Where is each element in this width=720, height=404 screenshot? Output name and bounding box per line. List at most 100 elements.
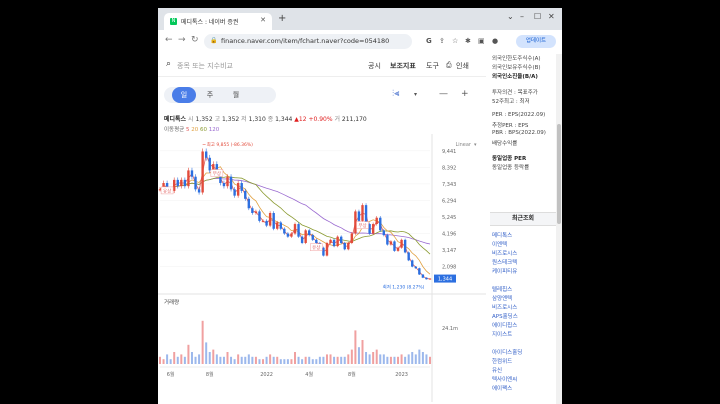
recent-item[interactable]: 텔레칩스 [492,285,512,293]
volume-bar [397,356,400,364]
scrollbar-thumb[interactable] [557,124,561,224]
volume-bar [162,359,165,364]
volume-bar [294,352,296,364]
compare-search-input[interactable]: 종목 또는 지수비교 [177,61,233,71]
share-icon[interactable]: ⇪ [439,37,445,45]
profile-avatar-icon[interactable]: ● [492,37,498,45]
price-candle [343,242,346,250]
recent-item[interactable]: 지이스트 [492,330,512,338]
link-print[interactable]: 인쇄 [456,61,469,71]
price-candle [315,239,318,243]
google-icon[interactable]: G [426,37,432,45]
price-candle [354,211,357,234]
back-icon[interactable]: ← [165,35,173,45]
recent-item[interactable]: 삼양엔텍 [492,294,512,302]
stock-chart[interactable]: Linear ▾ 9,441 8,392 7,343 6,294 5,245 4,196 3,1… [158,134,486,404]
price-candle [265,220,268,226]
ma20-label: 20 [191,127,199,133]
recent-item[interactable]: 비즈로시스 [492,249,517,257]
volume-bar [304,356,307,364]
recent-item[interactable]: 이엔텍 [492,240,507,248]
price-candle [183,179,187,187]
y-tick-label: 2,098 [442,265,456,271]
new-tab-button[interactable]: + [278,13,286,24]
chevron-down-icon[interactable]: ⌄ [507,12,514,21]
recent-item[interactable]: 에이디칩스 [492,321,517,329]
recent-item[interactable]: 비즈로시스 [492,303,517,311]
price-candle [222,183,226,187]
moving-average-legend: 이동평균 5 20 60 120 [164,125,219,133]
volume-bar [347,354,350,364]
volume-bar [365,352,368,364]
recent-item[interactable]: 아이디스홀딩 [492,348,522,356]
browser-tab[interactable]: N 메디톡스 : 네이버 증권 ✕ [164,13,272,30]
candle-chart-icon[interactable]: ⫶⫷ [392,89,399,99]
volume-bar [258,359,261,364]
price-candle [180,179,183,187]
volume-label: 거 [334,116,340,123]
lock-icon: 🔒 [210,37,218,44]
sidebar-item: 52주최고 : 최저 [492,99,530,105]
address-bar[interactable]: 🔒 finance.naver.com/item/fchart.naver?co… [204,34,412,49]
current-price-label: 1,344 [438,277,452,283]
chart-type-dropdown-icon[interactable]: ▾ [414,91,417,98]
open-label: 시 [188,116,194,123]
price-candle [357,211,361,221]
zoom-in-button[interactable]: + [461,89,469,99]
search-icon[interactable]: ⌕ [166,59,171,69]
volume-bar [222,356,225,364]
volume-bar [322,356,325,364]
tab-title: 메디톡스 : 네이버 증권 [181,19,239,26]
naver-favicon-icon: N [170,18,177,25]
extensions-icon[interactable]: ✱ [465,37,471,45]
recent-item[interactable]: 원스테크텍 [492,258,517,266]
high-value: 1,352 [222,116,240,123]
forward-icon[interactable]: → [178,35,186,45]
volume-tick-label: 24.1m [442,326,458,332]
update-button[interactable]: 업데이트 [516,35,556,48]
volume-bar [226,352,229,364]
period-week[interactable]: 주 [198,87,222,103]
recent-item[interactable]: 한컴위드 [492,357,512,365]
sidebar-scrollbar[interactable] [556,54,562,404]
chart-svg[interactable]: Linear ▾ 9,441 8,392 7,343 6,294 5,245 4,196 3,1… [158,134,486,404]
price-candle [400,239,403,248]
volume-bar [159,356,161,364]
price-candle [208,157,211,171]
recent-item[interactable]: 유신 [492,366,502,374]
recent-item[interactable]: APS홀딩스 [492,312,518,320]
price-candle [204,151,208,158]
print-icon[interactable]: ⎙ [446,61,452,70]
price-candle [393,241,396,251]
minimize-icon[interactable]: – [520,12,524,21]
sidepanel-icon[interactable]: ▣ [478,37,485,45]
volume-bar [283,359,286,364]
volume-bar [201,320,204,364]
volume-bar [297,356,300,364]
scale-dropdown-icon: ▾ [474,142,477,148]
recent-item[interactable]: 에이팩스 [492,384,512,392]
x-tick-label: 2022 [260,372,273,378]
close-window-icon[interactable]: ✕ [548,12,555,21]
price-candle [173,179,176,191]
period-month[interactable]: 월 [224,87,248,103]
price-candle [197,189,201,193]
price-candle [403,239,407,253]
recent-item[interactable]: 메디톡스 [492,231,512,239]
zoom-out-button[interactable]: — [439,89,448,99]
price-candle [336,236,339,247]
link-indicators[interactable]: 보조지표 [390,61,416,71]
change-pct: +0.90% [308,116,333,123]
maximize-icon[interactable]: ☐ [534,12,541,21]
link-disclosure[interactable]: 공시 [368,61,381,71]
bookmark-star-icon[interactable]: ☆ [452,37,458,45]
tab-close-icon[interactable]: ✕ [260,16,266,24]
price-candle [371,224,375,234]
period-day[interactable]: 일 [172,87,196,103]
recent-item[interactable]: 케이피티유 [492,267,517,275]
reload-icon[interactable]: ↻ [191,35,199,45]
volume-bar [425,354,428,364]
recent-item[interactable]: 텍사이엔씨 [492,375,517,383]
link-tools[interactable]: 도구 [426,61,439,71]
volume-bar [329,354,332,364]
